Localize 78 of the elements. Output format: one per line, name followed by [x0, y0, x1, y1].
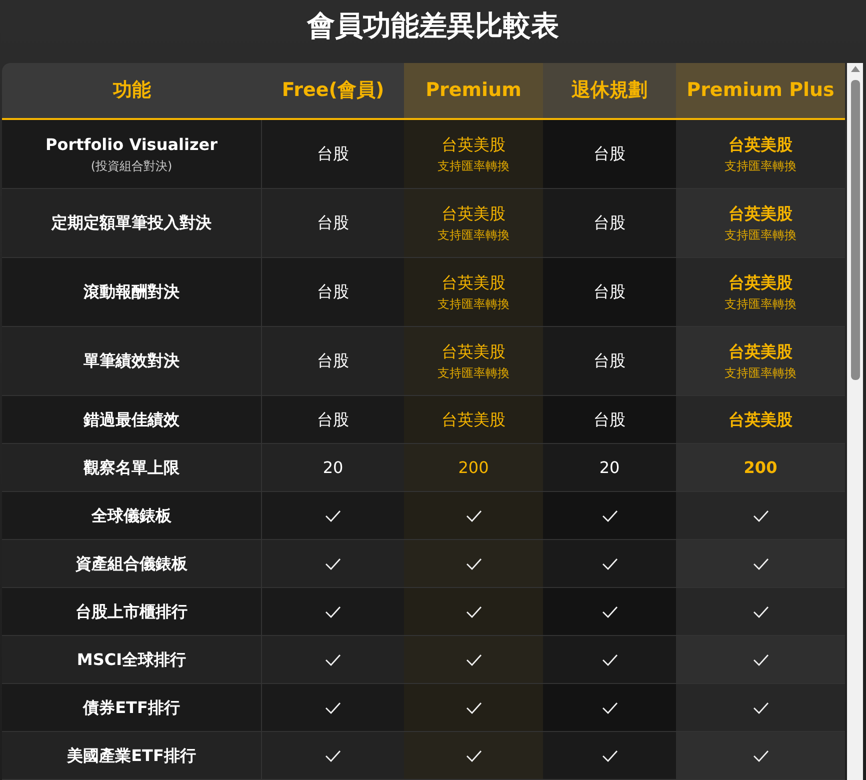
column-header: Premium [404, 63, 543, 118]
column-header: Premium Plus [676, 63, 845, 118]
check-icon [325, 606, 341, 618]
check-icon [325, 510, 341, 522]
cell-note: 支持匯率轉換 [724, 158, 796, 174]
check-icon [752, 606, 768, 618]
feature-name: MSCI全球排行 [76, 648, 186, 670]
check-icon [602, 702, 618, 714]
check-icon [752, 510, 768, 522]
check-icon [752, 558, 768, 570]
scrollbar-thumb[interactable] [850, 80, 860, 380]
cell-text: 200 [458, 458, 489, 478]
feature-name: Portfolio Visualizer [45, 134, 218, 156]
check-icon [466, 702, 482, 714]
cell-text: 台英美股 [442, 272, 506, 292]
cell-text: 台英美股 [728, 342, 792, 362]
cell-text: 台英美股 [442, 134, 506, 154]
feature-name: 滾動報酬對決 [84, 281, 180, 303]
cell-text: 台股 [594, 143, 626, 165]
cell-text: 台股 [317, 143, 349, 165]
cell-note: 支持匯率轉換 [438, 228, 510, 242]
cell-text: 台股 [317, 350, 349, 372]
check-icon [602, 654, 618, 666]
scroll-up-icon[interactable] [850, 66, 860, 72]
column-header: 退休規劃 [543, 63, 676, 118]
check-icon [752, 654, 768, 666]
cell-text: 台英美股 [442, 342, 506, 362]
feature-name: 錯過最佳績效 [84, 408, 180, 430]
check-icon [325, 750, 341, 762]
cell-text: 台英美股 [442, 410, 506, 430]
check-icon [752, 702, 768, 714]
cell-text: 台英美股 [728, 204, 792, 224]
scrollbar[interactable] [847, 63, 863, 780]
cell-note: 支持匯率轉換 [724, 228, 796, 242]
check-icon [325, 558, 341, 570]
check-icon [466, 606, 482, 618]
check-icon [466, 510, 482, 522]
feature-name: 債券ETF排行 [83, 696, 180, 718]
cell-note: 支持匯率轉換 [438, 296, 510, 312]
feature-name: 美國產業ETF排行 [67, 744, 196, 766]
feature-name: 資產組合儀錶板 [76, 552, 188, 574]
cell-note: 支持匯率轉換 [438, 158, 510, 174]
check-icon [602, 750, 618, 762]
check-icon [602, 510, 618, 522]
cell-text: 台股 [317, 408, 349, 430]
cell-text: 台股 [594, 350, 626, 372]
cell-text: 20 [322, 456, 344, 478]
cell-text: 台股 [594, 408, 626, 430]
feature-name: 單筆績效對決 [84, 350, 180, 372]
feature-name: 定期定額單筆投入對決 [52, 212, 212, 234]
feature-name: 觀察名單上限 [84, 456, 180, 478]
cell-text: 台股 [317, 212, 349, 234]
cell-text: 台股 [594, 281, 626, 303]
feature-name: 全球儀錶板 [92, 504, 172, 526]
cell-text: 台股 [317, 281, 349, 303]
check-icon [325, 654, 341, 666]
cell-text: 200 [744, 458, 778, 478]
column-header: Free(會員) [262, 63, 404, 118]
check-icon [466, 654, 482, 666]
feature-subtitle: (投資組合對決) [90, 158, 172, 175]
check-icon [752, 750, 768, 762]
cell-text: 台英美股 [728, 134, 792, 154]
check-icon [602, 558, 618, 570]
cell-text: 台英美股 [442, 204, 506, 224]
cell-text: 20 [599, 456, 620, 478]
page-title: 會員功能差異比較表 [307, 8, 559, 44]
check-icon [602, 606, 618, 618]
cell-text: 台英美股 [728, 272, 792, 292]
column-header: 功能 [2, 63, 262, 118]
cell-text: 台英美股 [728, 410, 792, 430]
check-icon [325, 702, 341, 714]
check-icon [466, 750, 482, 762]
feature-name: 台股上市櫃排行 [76, 600, 188, 622]
cell-note: 支持匯率轉換 [438, 366, 510, 380]
check-icon [466, 558, 482, 570]
cell-note: 支持匯率轉換 [724, 296, 796, 312]
cell-text: 台股 [594, 212, 626, 234]
cell-note: 支持匯率轉換 [724, 366, 796, 380]
